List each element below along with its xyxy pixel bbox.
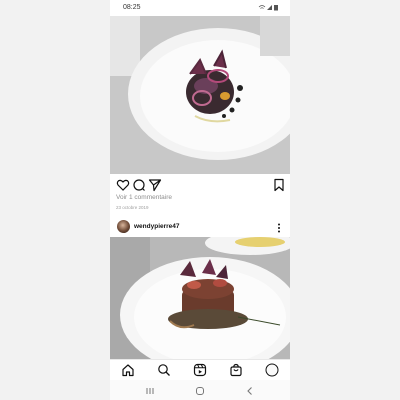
search-icon[interactable]	[157, 363, 171, 377]
wifi-signal-battery-icon	[258, 5, 278, 11]
profile-icon[interactable]	[265, 363, 279, 377]
more-options-icon[interactable]	[275, 221, 283, 233]
system-navigation	[110, 380, 290, 400]
reels-icon[interactable]	[193, 363, 207, 377]
post-image[interactable]	[110, 237, 290, 359]
home-circle-icon[interactable]	[194, 384, 206, 396]
post-date: 23 octobre 2019	[116, 205, 149, 210]
heart-icon[interactable]	[116, 178, 130, 192]
comment-icon[interactable]	[132, 178, 146, 192]
share-icon[interactable]	[148, 178, 162, 192]
recents-icon[interactable]	[144, 384, 156, 396]
status-bar: 08:25	[110, 0, 290, 16]
username[interactable]: wendypierre47	[134, 223, 180, 230]
back-icon[interactable]	[244, 384, 256, 396]
instagram-feed-screen: 08:25 Voir 1 commentaire 23 octobre 2019…	[110, 0, 290, 400]
avatar[interactable]	[117, 220, 130, 233]
shop-icon[interactable]	[229, 363, 243, 377]
post-actions	[110, 178, 290, 192]
post-header: wendypierre47	[110, 219, 290, 235]
home-icon[interactable]	[121, 363, 135, 377]
status-time: 08:25	[123, 4, 141, 11]
bottom-navigation	[110, 359, 290, 380]
status-icons	[258, 4, 280, 13]
view-comments-link[interactable]: Voir 1 commentaire	[116, 194, 172, 201]
bookmark-icon[interactable]	[272, 178, 286, 192]
post-image[interactable]	[110, 16, 290, 174]
